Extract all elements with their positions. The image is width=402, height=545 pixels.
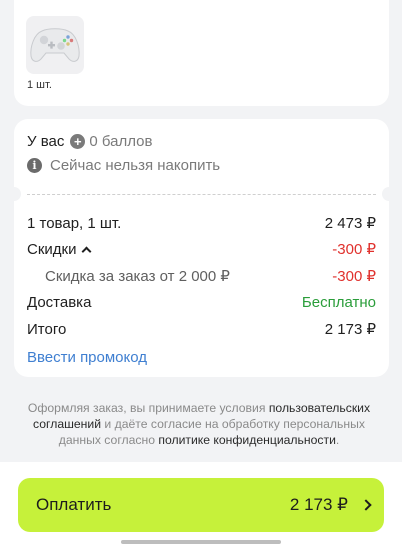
items-label: 1 товар, 1 шт. [27,214,122,232]
product-thumbnail[interactable] [26,16,84,74]
bonus-notice-text: Сейчас нельзя накопить [50,157,221,174]
order-discount-row: Скидка за заказ от 2 000 ₽ -300 ₽ [45,267,376,285]
legal-notice: Оформляя заказ, вы принимаете условия по… [14,400,384,448]
delivery-value: Бесплатно [301,294,376,311]
delivery-row: Доставка Бесплатно [27,294,376,311]
product-quantity: 1 шт. [27,79,52,91]
discounts-toggle[interactable]: Скидки [27,240,92,258]
legal-text-1: Оформляя заказ, вы принимаете условия [27,401,269,415]
checkout-footer: Оплатить 2 173 ₽ [0,462,402,545]
delivery-label: Доставка [27,294,92,311]
order-discount-label: Скидка за заказ от 2 000 ₽ [45,268,230,285]
info-icon[interactable]: i [27,158,42,173]
privacy-policy-link[interactable]: политике конфиденциальности [158,433,336,447]
legal-text-3: . [335,433,340,447]
discounts-row[interactable]: Скидки -300 ₽ [27,240,376,259]
plus-circle-icon: + [70,134,86,149]
discounts-label: Скидки [27,240,77,258]
chevron-right-icon [360,499,372,511]
total-row: Итого 2 173 ₽ [27,320,376,339]
ticket-notch-left [7,187,21,201]
items-value: 2 473 ₽ [324,215,376,232]
pay-button[interactable]: Оплатить 2 173 ₽ [18,478,384,532]
total-value: 2 173 ₽ [324,321,376,338]
gamepad-product-image [30,28,80,62]
pay-button-amount: 2 173 ₽ [289,495,348,514]
bonus-points: 0 баллов [89,133,153,150]
bonus-balance: У вас + 0 баллов [27,133,152,150]
bonus-notice: i Сейчас нельзя накопить [27,157,220,174]
ticket-notch-right [382,187,396,201]
order-summary-card: У вас + 0 баллов i Сейчас нельзя накопит… [7,119,396,377]
items-row: 1 товар, 1 шт. 2 473 ₽ [27,214,376,233]
bonus-prefix: У вас [27,133,65,150]
order-discount-value: -300 ₽ [332,268,376,285]
total-label: Итого [27,320,67,338]
discounts-value: -300 ₽ [332,241,376,258]
chevron-up-icon [82,246,92,256]
pay-button-label: Оплатить [36,495,112,514]
promo-code-link[interactable]: Ввести промокод [27,349,147,366]
dashed-divider [27,194,376,195]
home-indicator[interactable] [121,540,281,544]
product-card: 1 шт. [14,0,389,106]
